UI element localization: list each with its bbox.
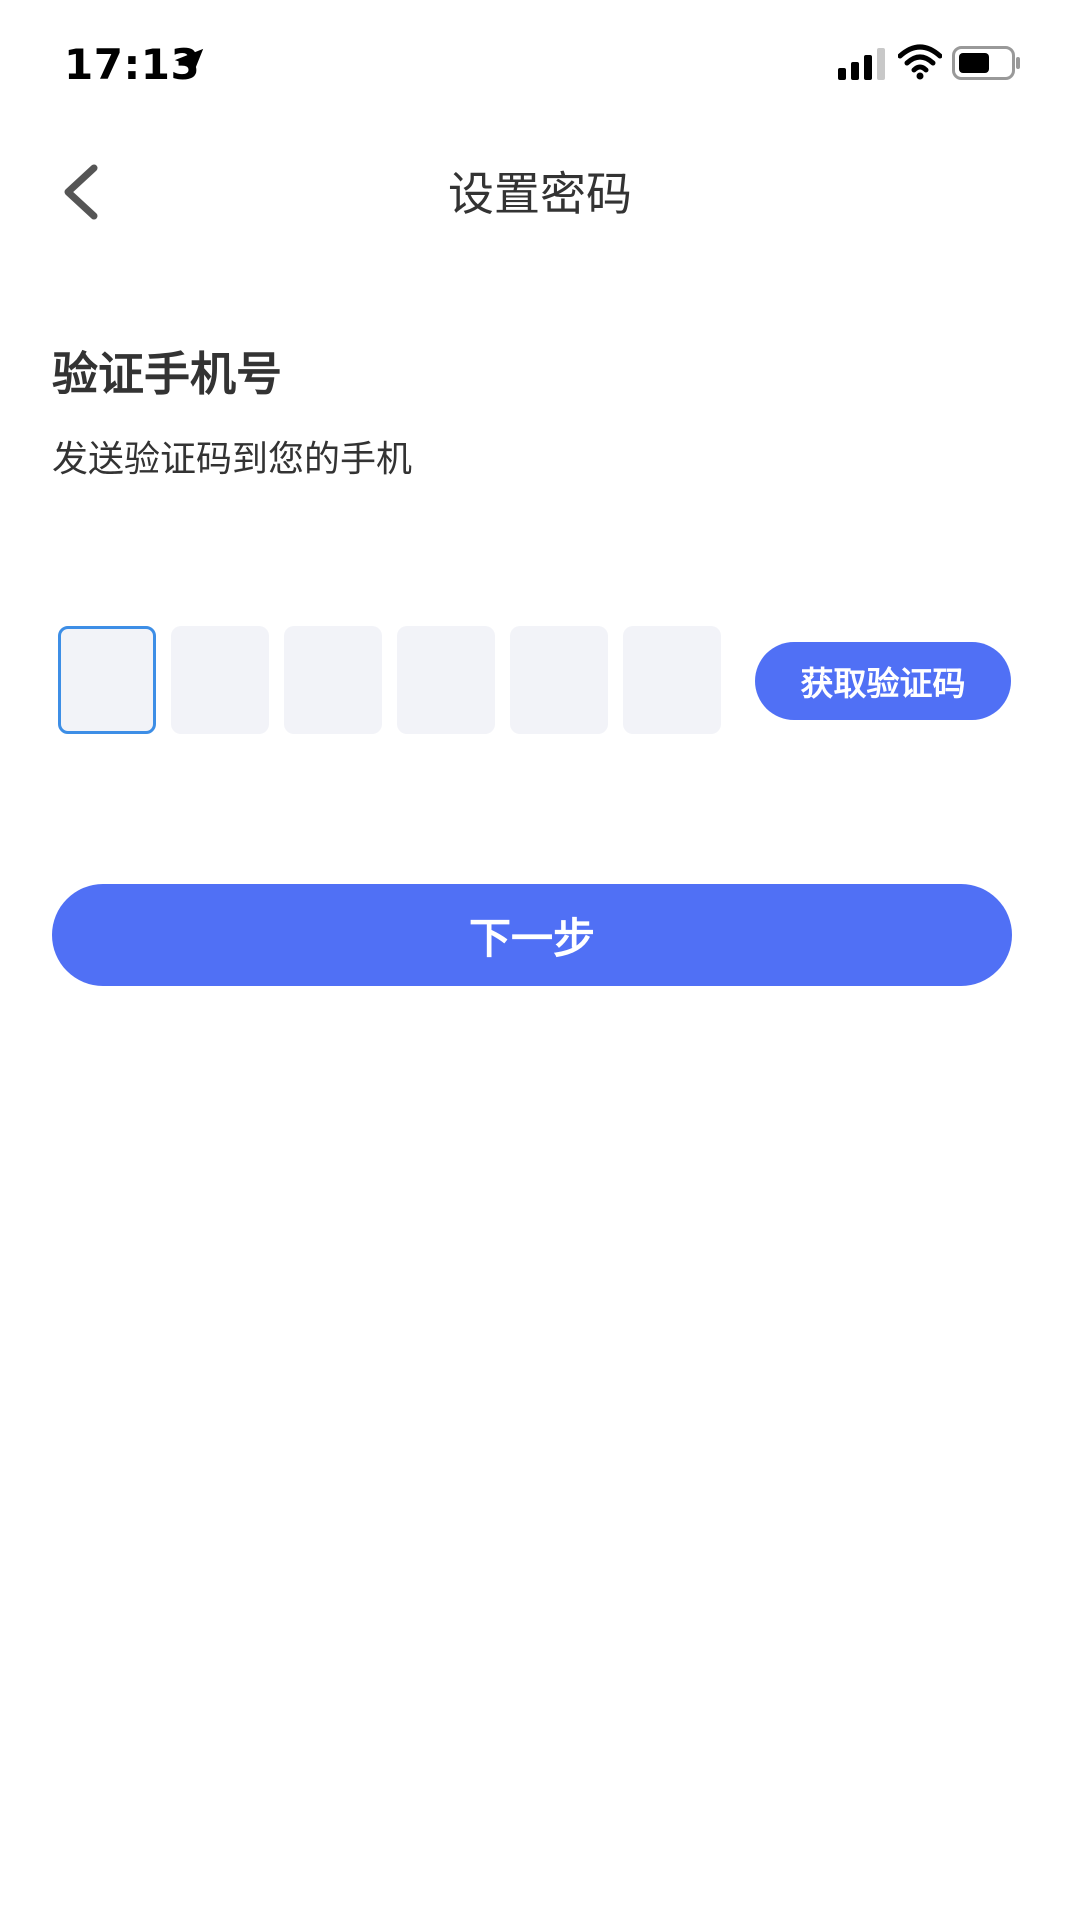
page-title: 设置密码 — [448, 167, 632, 221]
get-code-button[interactable]: 获取验证码 — [755, 642, 1011, 720]
battery-icon — [952, 46, 1020, 80]
code-digit-box-6[interactable] — [623, 626, 721, 734]
verify-description: 发送验证码到您的手机 — [52, 439, 413, 480]
navigation-header: 设置密码 — [0, 140, 1080, 250]
wifi-icon — [898, 44, 942, 80]
code-digit-box-1[interactable] — [58, 626, 156, 734]
location-arrow-icon — [174, 48, 204, 78]
verify-title: 验证手机号 — [52, 347, 282, 401]
code-digit-box-2[interactable] — [171, 626, 269, 734]
code-digit-box-4[interactable] — [397, 626, 495, 734]
code-digit-box-3[interactable] — [284, 626, 382, 734]
cellular-signal-icon — [838, 48, 885, 80]
code-digit-box-5[interactable] — [510, 626, 608, 734]
status-bar: 17:13 — [0, 0, 1080, 130]
next-button[interactable]: 下一步 — [52, 884, 1012, 986]
